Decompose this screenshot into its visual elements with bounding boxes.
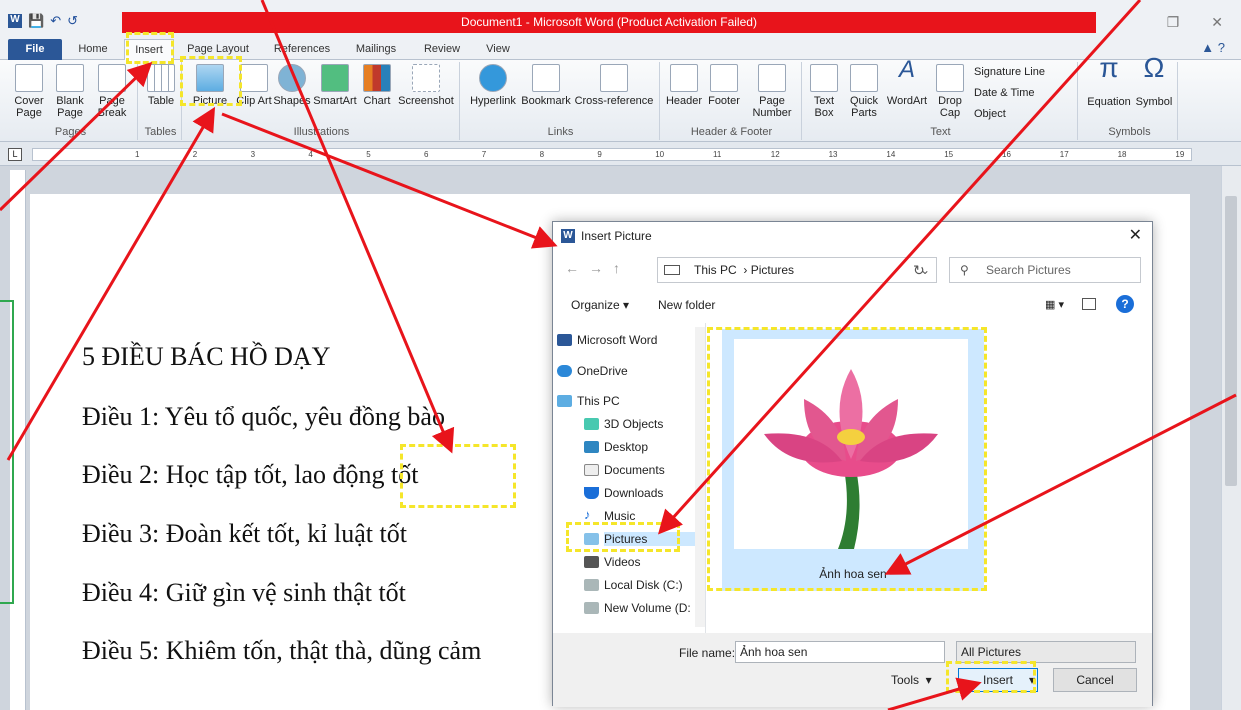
annotation-arrows [0, 0, 1237, 710]
